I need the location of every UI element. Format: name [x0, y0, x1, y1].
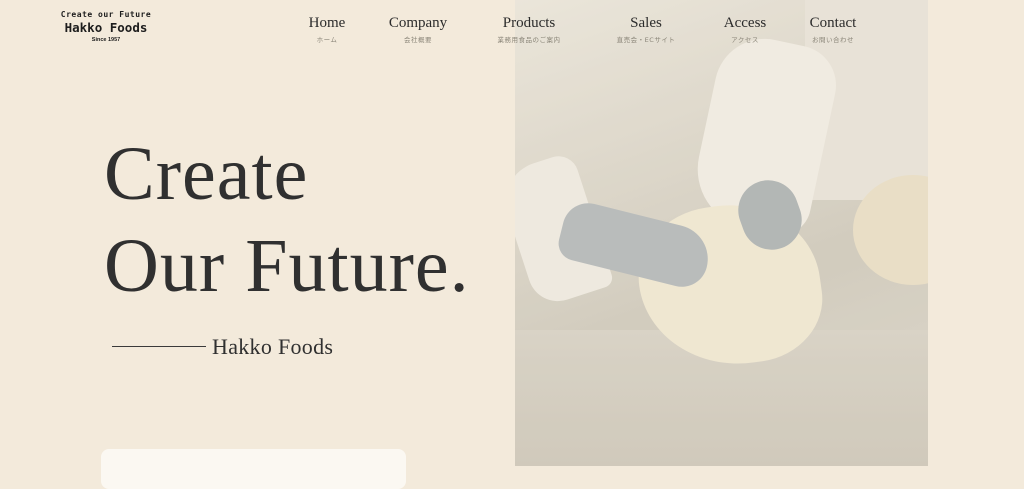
nav-sublabel: 会社概要	[404, 36, 432, 44]
main-nav: Home ホーム Company 会社概要 Products 業務用食品のご案内…	[0, 14, 1024, 44]
hero-title-line2: Our Future.	[104, 224, 470, 308]
nav-sublabel: 直売会・ECサイト	[616, 36, 676, 44]
nav-item-home[interactable]: Home ホーム	[309, 14, 346, 44]
nav-sublabel: ホーム	[316, 36, 338, 44]
hero-title-line1: Create	[104, 132, 309, 216]
nav-label: Company	[388, 15, 448, 31]
subtitle-divider	[112, 346, 206, 347]
nav-sublabel: お問い合わせ	[812, 36, 854, 44]
nav-item-contact[interactable]: Contact お問い合わせ	[810, 14, 857, 44]
nav-label: Sales	[630, 15, 662, 31]
photo-overlay	[515, 0, 928, 466]
nav-label: Home	[308, 15, 346, 31]
nav-item-company[interactable]: Company 会社概要	[389, 14, 447, 44]
nav-item-access[interactable]: Access アクセス	[724, 14, 766, 44]
hero-photo	[515, 0, 928, 466]
nav-item-sales[interactable]: Sales 直売会・ECサイト	[617, 14, 676, 44]
nav-item-products[interactable]: Products 業務用食品のご案内	[498, 14, 561, 44]
nav-sublabel: アクセス	[731, 36, 759, 44]
hero-subtitle: Hakko Foods	[212, 334, 334, 359]
nav-label: Access	[723, 15, 767, 31]
bottom-card[interactable]	[101, 449, 406, 489]
nav-label: Contact	[809, 15, 857, 31]
nav-label: Products	[502, 15, 556, 31]
nav-sublabel: 業務用食品のご案内	[497, 36, 561, 44]
